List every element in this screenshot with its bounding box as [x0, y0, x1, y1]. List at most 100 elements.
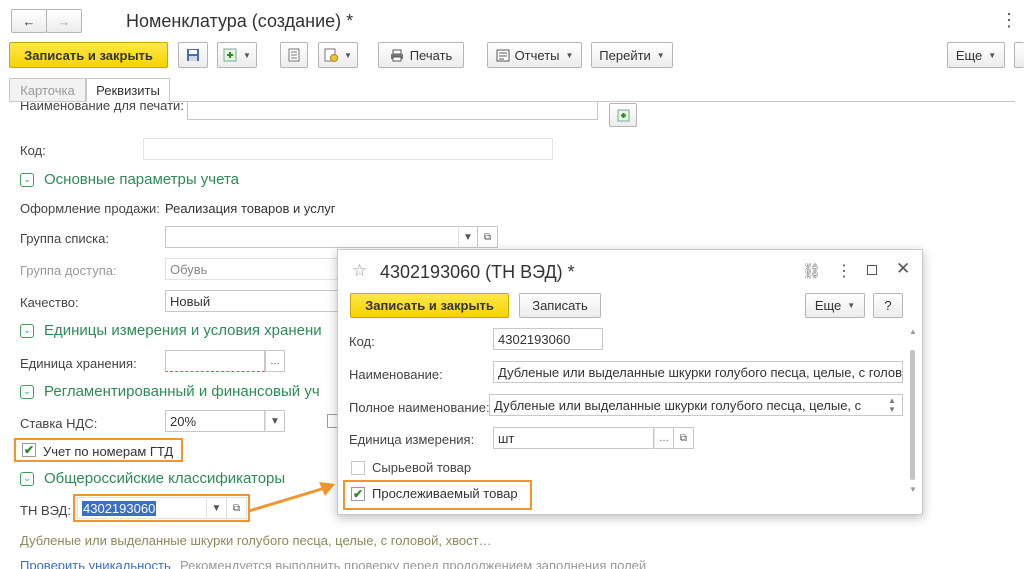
print-name-copy-button[interactable]	[609, 103, 637, 127]
dialog-name-label: Наименование:	[349, 367, 443, 382]
arrow-right-icon: →	[57, 13, 71, 29]
dialog-title: 4302193060 (ТН ВЭД) *	[380, 262, 575, 282]
sale-value: Реализация товаров и услуг	[165, 201, 336, 216]
check-uniqueness-link[interactable]: Проверить уникальность	[20, 558, 171, 569]
chevron-down-icon: ⌄	[20, 384, 34, 399]
tab-requisites[interactable]: Реквизиты	[86, 78, 170, 102]
floppy-icon	[187, 49, 199, 61]
more-menu-icon[interactable]: ⋮	[1000, 10, 1018, 31]
list-group-dropdown[interactable]: ▼	[458, 226, 478, 248]
goto-button[interactable]: Перейти ▼	[591, 42, 673, 68]
reports-button-label: Отчеты	[514, 47, 560, 63]
dialog-unit-input[interactable]: шт	[493, 427, 654, 449]
document-clock-icon	[324, 48, 339, 62]
dialog-save-close-button[interactable]: Записать и закрыть	[350, 293, 509, 318]
storage-unit-select-button[interactable]: …	[265, 350, 285, 372]
storage-unit-label: Единица хранения:	[20, 356, 137, 371]
arrow-left-icon: ←	[22, 13, 36, 29]
vat-dropdown[interactable]: ▼	[265, 410, 285, 432]
section-main-params[interactable]: ⌄ Основные параметры учета	[20, 171, 239, 188]
section-units[interactable]: ⌄ Единицы измерения и условия хранени	[20, 322, 322, 339]
tnved-open-icon[interactable]: ⧉	[227, 497, 247, 519]
dialog-unit-select-button[interactable]: …	[654, 427, 674, 449]
create-based-button[interactable]: ▼	[217, 42, 257, 68]
chevron-down-icon: ▼	[847, 301, 856, 310]
dialog-menu-icon[interactable]: ⋮	[836, 261, 852, 281]
print-button[interactable]: Печать	[378, 42, 464, 68]
access-group-label: Группа доступа:	[20, 263, 117, 278]
star-icon[interactable]: ☆	[352, 261, 367, 281]
dialog-scroll-up-icon[interactable]: ▲	[909, 327, 917, 336]
dialog-more-button[interactable]: Еще ▼	[805, 293, 865, 318]
dialog-scroll-down-icon[interactable]: ▼	[909, 485, 917, 494]
more-button-extra[interactable]	[1014, 42, 1024, 68]
gtd-checkbox[interactable]: ✔	[22, 443, 36, 457]
code-input[interactable]	[143, 138, 553, 160]
dialog-code-input[interactable]: 4302193060	[493, 328, 603, 350]
tnved-input[interactable]: 4302193060	[77, 497, 207, 519]
back-button[interactable]: ←	[11, 9, 47, 33]
dialog-unit-open-icon[interactable]: ⧉	[674, 427, 694, 449]
vat-select[interactable]: 20%	[165, 410, 265, 432]
traceable-checkbox[interactable]: ✔	[351, 487, 365, 501]
access-group-input: Обувь	[165, 258, 338, 280]
list-group-open-icon[interactable]: ⧉	[478, 226, 498, 248]
dialog-full-name-input[interactable]: Дубленые или выделанные шкурки голубого …	[489, 394, 903, 416]
save-close-button[interactable]: Записать и закрыть	[9, 42, 168, 68]
chevron-down-icon: ▼	[656, 50, 665, 60]
document-history-button[interactable]: ▼	[318, 42, 358, 68]
print-button-label: Печать	[409, 47, 453, 63]
print-name-input[interactable]	[187, 102, 598, 120]
tnved-dropdown[interactable]: ▼	[207, 497, 227, 519]
check-uniqueness-hint: Рекомендуется выполнить проверку перед п…	[180, 558, 647, 569]
more-button[interactable]: Еще ▼	[947, 42, 1005, 68]
highlight-arrow	[248, 482, 335, 513]
close-icon[interactable]: ✕	[896, 259, 910, 279]
copy-green-icon	[617, 109, 629, 121]
list-icon	[288, 48, 300, 62]
save-button[interactable]	[178, 42, 208, 68]
printer-icon	[390, 49, 403, 61]
tnved-dialog: ☆ 4302193060 (ТН ВЭД) * ⛓ ⋮ ✕ Записать и…	[337, 249, 923, 515]
section-regulated[interactable]: ⌄ Регламентированный и финансовый уч	[20, 383, 320, 400]
chevron-down-icon: ▼	[988, 50, 997, 60]
list-group-input[interactable]	[165, 226, 459, 248]
quality-value: Новый	[170, 293, 211, 309]
reports-icon	[496, 49, 510, 61]
full-name-spin-icon[interactable]: ▲ ▼	[888, 396, 896, 414]
create-based-icon	[223, 48, 237, 62]
quality-label: Качество:	[20, 295, 79, 310]
list-button[interactable]	[280, 42, 308, 68]
section-main-params-title: Основные параметры учета	[44, 171, 240, 188]
storage-unit-input[interactable]	[165, 350, 265, 372]
raw-goods-checkbox[interactable]	[351, 461, 365, 475]
dialog-unit-label: Единица измерения:	[349, 432, 475, 447]
window-title: Номенклатура (создание) *	[126, 11, 354, 31]
dialog-unit-value: шт	[498, 430, 515, 446]
chevron-down-icon: ▼	[565, 50, 574, 60]
code-label: Код:	[20, 143, 46, 158]
chevron-down-icon: ▼	[344, 50, 352, 60]
tnved-label: ТН ВЭД:	[20, 503, 71, 518]
dialog-help-button[interactable]: ?	[873, 293, 903, 318]
quality-select[interactable]: Новый	[165, 290, 338, 312]
link-icon[interactable]: ⛓	[802, 262, 821, 280]
maximize-icon[interactable]	[867, 265, 877, 275]
section-units-title: Единицы измерения и условия хранени	[44, 322, 322, 339]
dialog-name-input[interactable]: Дубленые или выделанные шкурки голубого …	[493, 361, 903, 383]
dialog-scrollbar[interactable]	[910, 350, 915, 480]
reports-button[interactable]: Отчеты ▼	[487, 42, 582, 68]
sale-label: Оформление продажи:	[20, 201, 160, 216]
raw-goods-label: Сырьевой товар	[372, 460, 472, 475]
chevron-down-icon: ▼	[243, 50, 251, 60]
dialog-name-value: Дубленые или выделанные шкурки голубого …	[498, 364, 903, 380]
section-regulated-title: Регламентированный и финансовый уч	[44, 383, 320, 400]
dialog-save-button[interactable]: Записать	[519, 293, 601, 318]
print-name-label: Наименование для печати:	[20, 102, 184, 113]
forward-button[interactable]: →	[46, 9, 82, 33]
goto-button-label: Перейти	[599, 47, 651, 63]
gtd-label: Учет по номерам ГТД	[43, 444, 174, 459]
tab-card[interactable]: Карточка	[9, 78, 86, 102]
more-button-label: Еще	[955, 47, 983, 63]
chevron-down-icon: ⌄	[20, 323, 34, 338]
